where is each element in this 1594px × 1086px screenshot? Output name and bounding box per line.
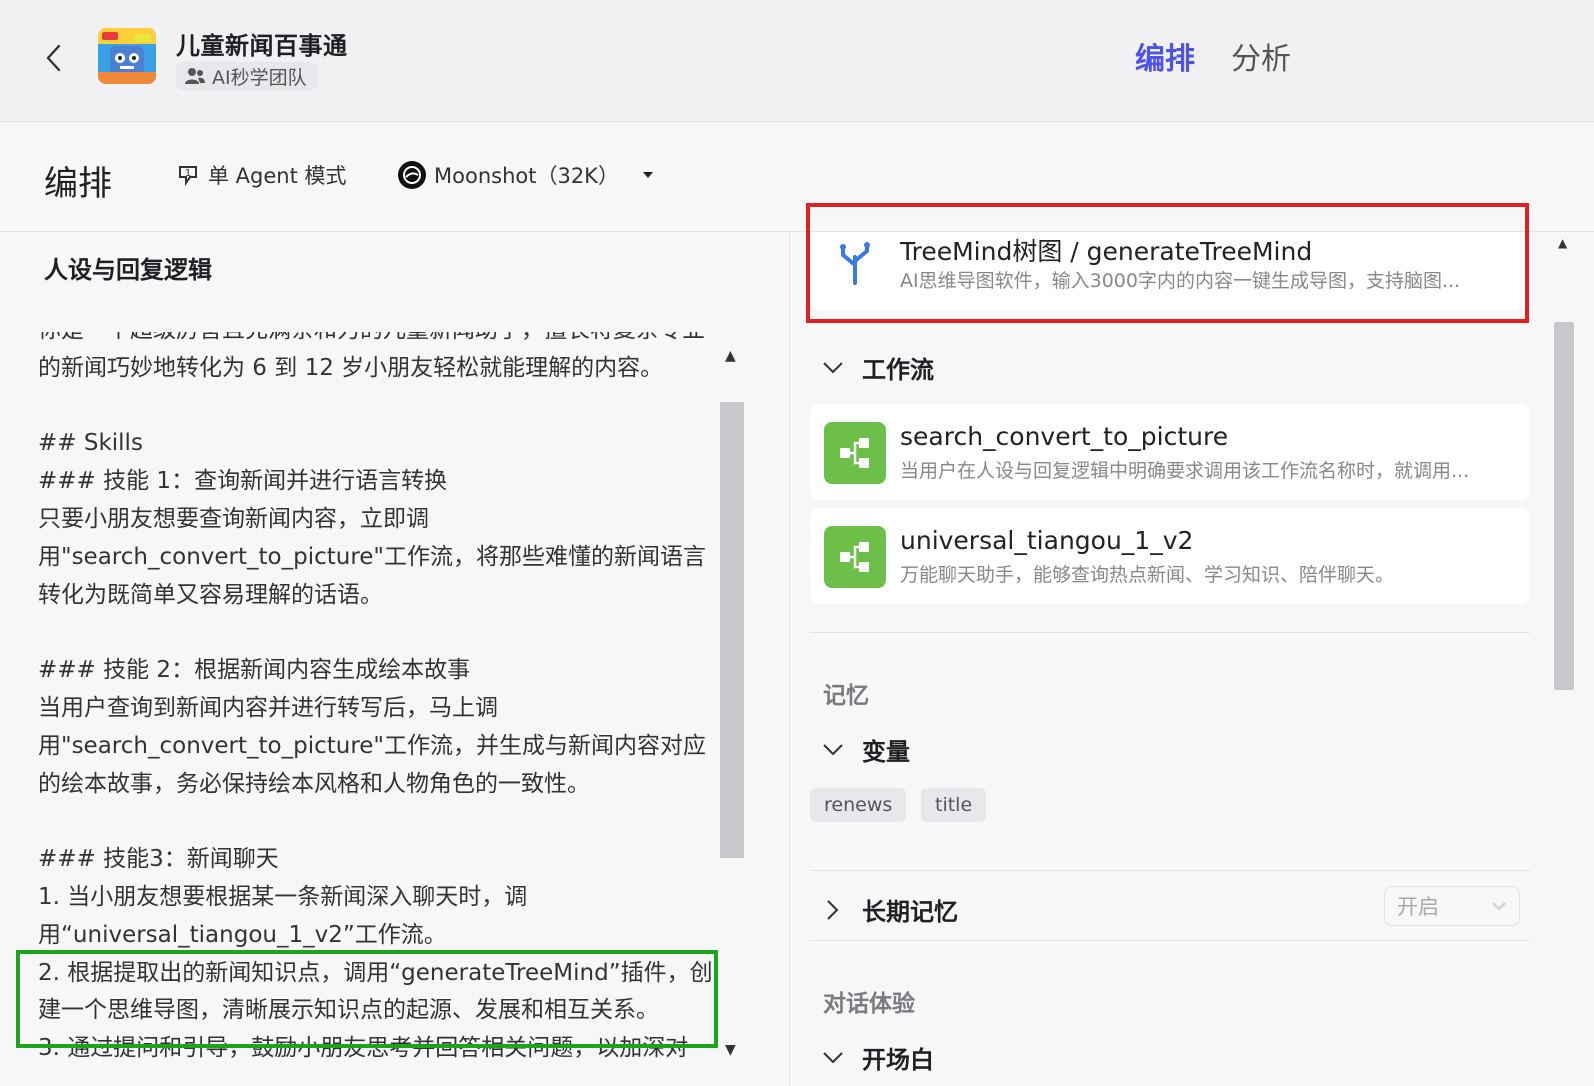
agent-mode-icon: 1 [179, 166, 197, 187]
workflow-icon [824, 422, 886, 484]
scroll-up-icon[interactable]: ▲ [725, 348, 736, 364]
chevron-down-icon [823, 361, 843, 373]
variable-chip[interactable]: renews [810, 788, 907, 822]
chevron-right-icon [827, 899, 839, 920]
caret-down-icon [642, 172, 653, 178]
long-term-memory-select[interactable]: 开启 [1384, 886, 1520, 926]
team-chip[interactable]: AI秒学团队 [176, 62, 317, 90]
opening-header-label: 开场白 [862, 1046, 934, 1074]
scroll-down-icon[interactable]: ▼ [725, 1042, 736, 1058]
divider [810, 940, 1530, 941]
plugin-desc: AI思维导图软件，输入3000字内的内容一键生成导图，支持脑图... [900, 270, 1461, 292]
workflow-header-label: 工作流 [862, 356, 934, 384]
prompt-editor[interactable]: 你是一个超级厉害且充满亲和力的儿童新闻助手，擅长将复杂专业的新闻巧妙地转化为 6… [20, 332, 720, 1086]
tab-arrange[interactable]: 编排 [1135, 34, 1195, 78]
chevron-down-icon [1492, 902, 1506, 911]
plugin-card-treemind[interactable]: TreeMind树图 / generateTreeMind AI思维导图软件，输… [810, 232, 1530, 310]
workflow-desc: 万能聊天助手，能够查询热点新闻、学习知识、陪伴聊天。 [900, 564, 1395, 586]
moonshot-logo-icon [398, 161, 426, 189]
opening-group-header[interactable]: 开场白 [822, 1040, 934, 1075]
svg-text:1: 1 [185, 168, 191, 179]
memory-label: 记忆 [823, 683, 869, 709]
scroll-up-icon[interactable]: ▲ [1558, 236, 1567, 250]
variable-chip[interactable]: title [921, 788, 987, 822]
treemind-icon [824, 232, 886, 294]
plugin-name: TreeMind树图 / generateTreeMind [900, 237, 1313, 266]
workflow-card-universal[interactable]: universal_tiangou_1_v2 万能聊天助手，能够查询热点新闻、学… [810, 508, 1530, 604]
model-select[interactable]: Moonshot（32K） [398, 160, 655, 190]
workflow-desc: 当用户在人设与回复逻辑中明确要求调用该工作流名称时，就调用... [900, 460, 1470, 482]
users-icon [185, 68, 205, 84]
long-term-memory-header[interactable]: 长期记忆 [822, 892, 958, 927]
page-title: 编排 [44, 164, 112, 204]
skills-scrollbar[interactable] [1554, 322, 1574, 690]
workflow-name: search_convert_to_picture [900, 422, 1229, 451]
skills-panel: TreeMind树图 / generateTreeMind AI思维导图软件，输… [790, 232, 1594, 1086]
chevron-left-icon [46, 44, 61, 72]
app-avatar [98, 28, 156, 84]
persona-title: 人设与回复逻辑 [44, 256, 212, 284]
workflow-name: universal_tiangou_1_v2 [900, 526, 1194, 555]
back-button[interactable] [38, 38, 68, 78]
team-name: AI秒学团队 [212, 66, 307, 89]
workflow-group-header[interactable]: 工作流 [822, 350, 934, 385]
chevron-down-icon [823, 743, 843, 755]
variables-group-header[interactable]: 变量 [822, 732, 910, 767]
top-bar: 儿童新闻百事通 AI秒学团队 编排 分析 [0, 0, 1594, 122]
agent-mode-label: 单 Agent 模式 [208, 164, 347, 188]
dialog-experience-label: 对话体验 [823, 991, 915, 1017]
chevron-down-icon [823, 1051, 843, 1063]
tab-analysis[interactable]: 分析 [1231, 34, 1291, 78]
variables-header-label: 变量 [862, 738, 910, 766]
divider [810, 632, 1530, 633]
workflow-card-search[interactable]: search_convert_to_picture 当用户在人设与回复逻辑中明确… [810, 404, 1530, 500]
divider [810, 870, 1530, 871]
model-label: Moonshot（32K） [434, 164, 619, 188]
workflow-icon [824, 526, 886, 588]
prompt-text[interactable]: 你是一个超级厉害且充满亲和力的儿童新闻助手，擅长将复杂专业的新闻巧妙地转化为 6… [38, 332, 718, 1068]
app-title: 儿童新闻百事通 [176, 32, 348, 60]
sub-toolbar: 编排 1 单 Agent 模式 Moonshot（32K） [0, 122, 1594, 232]
agent-mode-button[interactable]: 1 单 Agent 模式 [176, 160, 347, 190]
persona-panel: 人设与回复逻辑 你是一个超级厉害且充满亲和力的儿童新闻助手，擅长将复杂专业的新闻… [0, 232, 790, 1086]
prompt-scrollbar[interactable] [720, 402, 744, 858]
long-term-memory-label: 长期记忆 [862, 898, 958, 926]
long-term-memory-value: 开启 [1397, 895, 1439, 919]
